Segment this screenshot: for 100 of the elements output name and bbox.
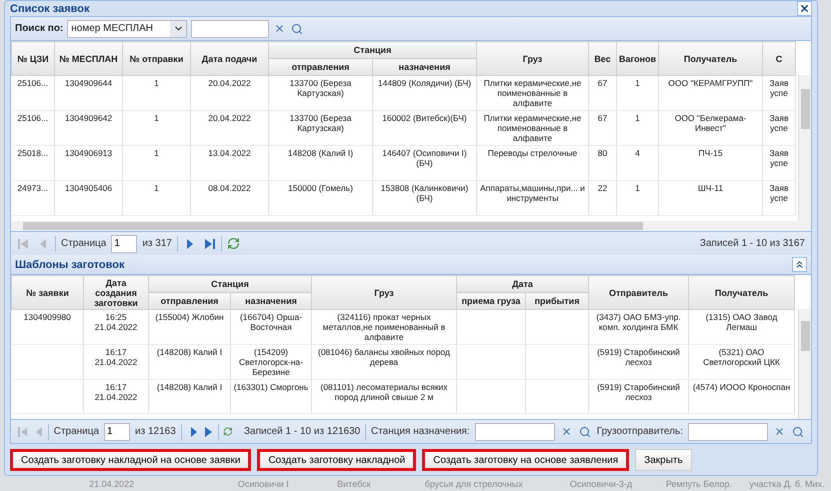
search-button[interactable] — [578, 426, 592, 438]
table-cell: (5919) Старобинский лесхоз — [588, 344, 689, 380]
table-cell: ООО "Белкерама-Инвест" — [658, 110, 763, 146]
table-cell: 1 — [616, 180, 659, 216]
table-cell: Заяв успе — [762, 76, 796, 110]
table-cell — [526, 310, 589, 344]
page-label: Страница — [54, 426, 100, 437]
column-group-header: Станция — [148, 276, 312, 292]
table-cell — [456, 344, 526, 380]
vertical-scrollbar[interactable] — [798, 309, 811, 419]
background-cell-text: Витебск — [336, 478, 372, 488]
table-cell: 1304909642 — [54, 110, 122, 146]
column-header[interactable]: С — [762, 42, 796, 76]
filter-field[interactable] — [688, 422, 768, 440]
refresh-icon[interactable] — [226, 237, 240, 250]
page-total: из 12163 — [135, 426, 176, 437]
action-button[interactable]: Создать заготовку на основе заявления — [422, 449, 630, 471]
table-cell: 67 — [588, 76, 617, 110]
horizontal-scrollbar[interactable] — [11, 221, 811, 231]
column-header[interactable]: № МЕСПЛАН — [54, 42, 122, 76]
background-cell-text: участка Д. б. Мих. — [748, 478, 826, 488]
column-header[interactable]: № отправки — [122, 42, 190, 76]
table-cell: (163301) Сморгонь — [230, 380, 312, 414]
next-page-icon[interactable] — [202, 424, 213, 438]
table-cell: 1 — [122, 180, 190, 216]
search-field[interactable] — [191, 20, 270, 38]
column-header[interactable]: № заявки — [12, 276, 84, 310]
column-header[interactable]: назначения — [230, 292, 312, 310]
table-cell: Переводы стрелочные — [476, 146, 589, 180]
table-cell: ПЧ-15 — [658, 146, 763, 180]
table-cell — [456, 380, 526, 414]
table-cell: 133700 (Береза Картузская) — [268, 110, 372, 146]
table-cell: (148208) Калий I — [148, 344, 230, 380]
table-cell: 25106... — [12, 110, 54, 146]
column-header[interactable]: Вагонов — [616, 42, 659, 76]
search-button[interactable] — [290, 22, 304, 34]
column-header[interactable]: отправления — [148, 292, 230, 310]
vertical-scrollbar[interactable] — [798, 75, 811, 221]
collapse-button[interactable] — [792, 257, 807, 272]
page-label: Страница — [61, 238, 106, 249]
table-cell: (081046) балансы хвойных пород дерева — [312, 344, 457, 380]
column-header[interactable]: прибытия — [526, 292, 589, 310]
table-cell: 1 — [122, 146, 190, 180]
table-cell: Заяв успе — [762, 146, 796, 180]
table-cell: (148208) Калий I — [148, 380, 230, 414]
table-cell: 1 — [122, 110, 190, 146]
column-header[interactable]: Груз — [312, 276, 457, 310]
panel-title: Шаблоны заготовок — [15, 258, 124, 270]
table-cell: 1 — [616, 76, 659, 110]
table-cell: ШЧ-11 — [658, 180, 763, 216]
background-cell-text: Осиповичи I — [236, 478, 290, 488]
table-cell: (1315) ОАО Завод Легмаш — [688, 310, 795, 344]
column-header[interactable]: № ЦЗИ — [12, 42, 54, 76]
page-field[interactable]: 1 — [104, 422, 130, 440]
filter-field[interactable] — [474, 422, 555, 440]
filter-label: Станция назначения: — [370, 426, 470, 437]
close-button[interactable] — [797, 1, 812, 16]
column-header[interactable]: Получатель — [688, 276, 795, 310]
column-header[interactable]: Получатель — [658, 42, 763, 76]
table-cell: (081101) лесоматериалы всяких пород длиной свыше 2 м — [312, 380, 457, 414]
action-button[interactable]: Закрыть — [635, 449, 692, 471]
table-cell: (155004) Жлобин — [148, 310, 230, 344]
column-group-header: Станция — [268, 42, 477, 58]
column-header[interactable]: назначения — [372, 58, 477, 76]
table-cell: 1304905406 — [54, 180, 122, 216]
table-cell: 153808 (Калинковичи) (БЧ) — [372, 180, 477, 216]
table-cell — [12, 380, 84, 414]
column-header[interactable]: приема груза — [456, 292, 526, 310]
table-cell — [12, 344, 84, 380]
table-cell: 148208 (Калий I) — [268, 146, 372, 180]
action-button[interactable]: Создать заготовку накладной на основе заявки — [10, 449, 252, 471]
column-header[interactable]: Дата подачи — [190, 42, 268, 76]
table-cell: 24973... — [12, 180, 54, 216]
action-button[interactable]: Создать заготовку накладной — [257, 449, 416, 471]
column-header[interactable]: Отправитель — [588, 276, 689, 310]
table-cell — [526, 380, 589, 414]
column-header[interactable]: отправления — [268, 58, 372, 76]
column-header[interactable]: Дата создания заготовки — [84, 276, 148, 310]
background-cell-text: Ремпуть Белор. — [664, 478, 733, 488]
table-cell: 20.04.2022 — [190, 110, 268, 146]
table-cell: (5919) Старобинский лесхоз — [588, 380, 689, 414]
table-cell: (154209) Светлогорск-на-Березине — [230, 344, 312, 380]
filter-label: Грузоотправитель: — [596, 426, 683, 437]
table-cell: 16:17 21.04.2022 — [84, 380, 148, 414]
table-cell: 144809 (Колядичи) (БЧ) — [372, 76, 477, 110]
page-field[interactable]: 1 — [111, 234, 138, 252]
search-button[interactable] — [790, 426, 805, 438]
table-cell: 1304909980 — [12, 310, 84, 344]
double-chevron-up-icon — [794, 259, 805, 270]
search-by-dropdown[interactable]: номер МЕСПЛАН — [67, 20, 188, 38]
table-cell: 25018... — [12, 146, 54, 180]
close-icon — [799, 3, 810, 14]
column-header[interactable]: Вес — [588, 42, 617, 76]
records-count: Записей 1 - 10 из 3167 — [700, 238, 805, 249]
table-cell: Заяв успе — [762, 110, 796, 146]
page-total: из 317 — [142, 238, 172, 249]
column-group-header: Дата — [456, 276, 589, 292]
column-header[interactable]: Груз — [476, 42, 589, 76]
refresh-icon[interactable] — [223, 425, 234, 438]
background-cell-text: брусья для стрелочных — [424, 478, 524, 488]
